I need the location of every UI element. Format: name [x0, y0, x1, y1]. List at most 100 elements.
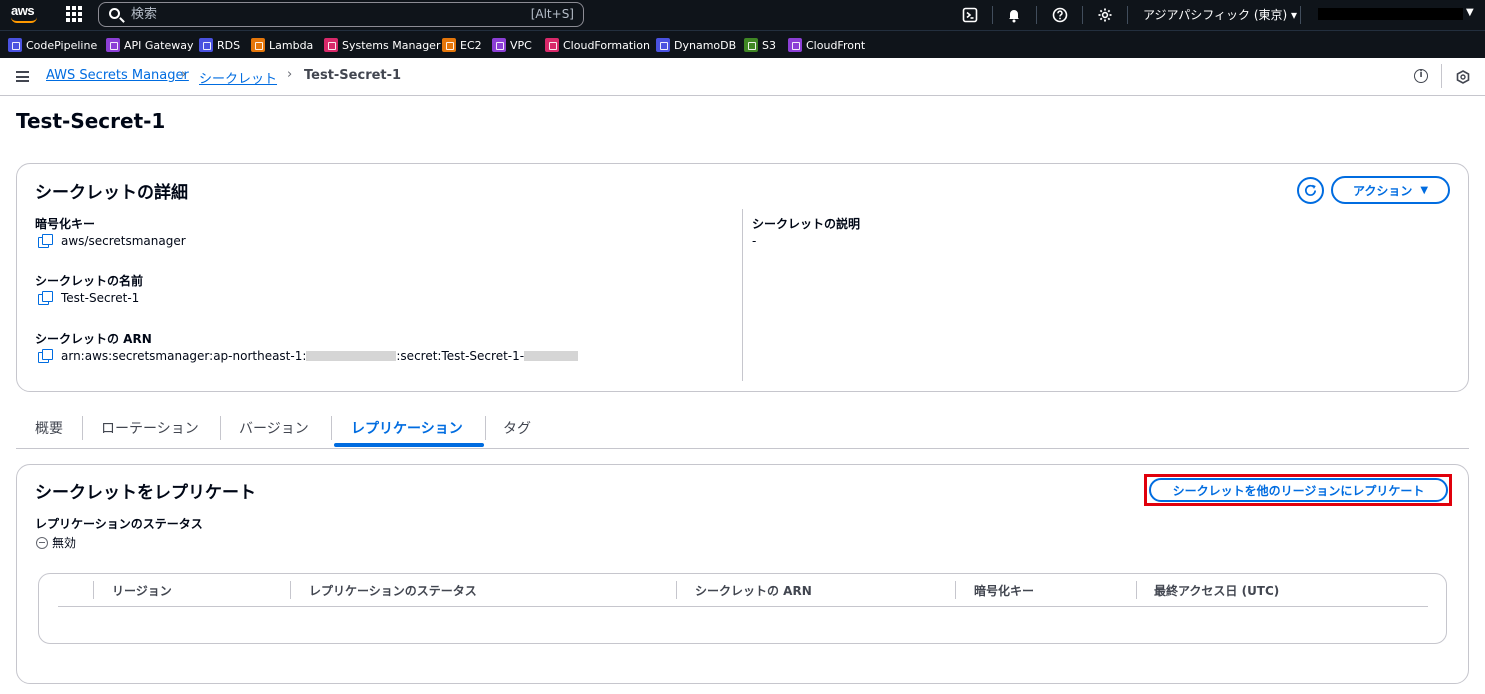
services-grid-icon[interactable] — [66, 6, 82, 22]
replication-status-value: 無効 — [36, 534, 76, 551]
replicate-to-other-regions-button[interactable]: シークレットを他のリージョンにレプリケート — [1149, 478, 1448, 502]
favorite-cloudfront[interactable]: CloudFront — [788, 37, 865, 53]
settings-gear-icon[interactable] — [1095, 5, 1115, 25]
table-header-divider — [58, 606, 1428, 607]
hamburger-menu-icon[interactable] — [16, 71, 29, 82]
column-separator — [93, 581, 94, 599]
chevron-right-icon: › — [287, 67, 293, 82]
secret-name-label: シークレットの名前 — [35, 274, 144, 288]
favorite-dynamodb[interactable]: DynamoDB — [656, 37, 736, 53]
tab-replication[interactable]: レプリケーション — [351, 418, 463, 438]
dynamodb-icon — [656, 38, 670, 52]
help-icon[interactable] — [1050, 5, 1070, 25]
aws-logo[interactable]: aws — [8, 2, 44, 26]
breadcrumb-current: Test-Secret-1 — [304, 68, 402, 83]
systems-manager-icon — [324, 38, 338, 52]
column-header-last-accessed[interactable]: 最終アクセス日 (UTC) — [1154, 582, 1279, 599]
secret-name-value: Test-Secret-1 — [38, 291, 139, 305]
column-separator — [1136, 581, 1137, 599]
vpc-icon — [492, 38, 506, 52]
top-navigation-bar: aws [Alt+S] アジアパシフィック (東京) ▾ ▼ — [0, 0, 1485, 30]
chevron-right-icon: › — [181, 67, 187, 82]
topbar-separator — [992, 6, 993, 24]
tab-versions[interactable]: バージョン — [239, 418, 309, 438]
secret-arn-label: シークレットの ARN — [35, 332, 152, 346]
notifications-bell-icon[interactable] — [1004, 5, 1024, 25]
replica-table: リージョン レプリケーションのステータス シークレットの ARN 暗号化キー 最… — [38, 573, 1447, 644]
tab-separator — [331, 416, 332, 440]
aws-smile-icon — [11, 17, 37, 23]
topbar-separator — [1082, 6, 1083, 24]
encryption-key-label: 暗号化キー — [35, 217, 96, 231]
column-separator — [676, 581, 677, 599]
secret-arn-value: arn:aws:secretsmanager:ap-northeast-1::s… — [38, 349, 579, 363]
details-column-divider — [742, 209, 743, 381]
replication-title: シークレットをレプリケート — [35, 483, 256, 503]
region-selector[interactable]: アジアパシフィック (東京) ▾ — [1143, 6, 1297, 23]
cloudformation-icon — [545, 38, 559, 52]
account-caret-icon[interactable]: ▼ — [1466, 7, 1474, 18]
page-title: Test-Secret-1 — [16, 109, 166, 133]
favorite-ec2[interactable]: EC2 — [442, 37, 482, 53]
copy-icon[interactable] — [38, 234, 53, 248]
favorite-s3[interactable]: S3 — [744, 37, 776, 53]
search-icon — [109, 8, 120, 19]
favorite-vpc[interactable]: VPC — [492, 37, 532, 53]
aws-logo-text: aws — [11, 3, 35, 18]
tab-separator — [220, 416, 221, 440]
redacted-suffix — [524, 351, 579, 361]
cloudshell-icon[interactable] — [960, 5, 980, 25]
codepipeline-icon — [8, 38, 22, 52]
disabled-status-icon — [36, 536, 48, 549]
topbar-separator — [1127, 6, 1128, 24]
column-separator — [290, 581, 291, 599]
s3-icon — [744, 38, 758, 52]
column-separator — [955, 581, 956, 599]
topbar-separator — [1036, 6, 1037, 24]
tab-tags[interactable]: タグ — [503, 418, 531, 438]
replication-status-label: レプリケーションのステータス — [35, 517, 203, 531]
feedback-icon[interactable] — [1456, 69, 1470, 84]
favorite-cloudformation[interactable]: CloudFormation — [545, 37, 650, 53]
secret-tabs: 概要 ローテーション バージョン レプリケーション タグ — [16, 409, 1469, 449]
ec2-icon — [442, 38, 456, 52]
copy-icon[interactable] — [38, 349, 53, 363]
column-header-encryption-key[interactable]: 暗号化キー — [974, 582, 1034, 599]
description-value: - — [752, 234, 757, 248]
tab-rotation[interactable]: ローテーション — [101, 418, 199, 438]
caret-down-icon: ▼ — [1420, 184, 1429, 196]
info-icon[interactable]: i — [1414, 69, 1428, 83]
breadcrumb-secrets-manager[interactable]: AWS Secrets Manager — [46, 68, 189, 83]
refresh-button[interactable] — [1297, 177, 1324, 204]
api-gateway-icon — [106, 38, 120, 52]
favorite-rds[interactable]: RDS — [199, 37, 240, 53]
favorite-codepipeline[interactable]: CodePipeline — [8, 37, 97, 53]
secret-details-title: シークレットの詳細 — [35, 183, 188, 203]
actions-label: アクション — [1352, 183, 1413, 198]
favorite-systems-manager[interactable]: Systems Manager — [324, 37, 440, 53]
topbar-separator — [1300, 6, 1301, 24]
favorite-api-gateway[interactable]: API Gateway — [106, 37, 194, 53]
breadcrumb-secrets[interactable]: シークレット — [199, 68, 277, 87]
favorite-lambda[interactable]: Lambda — [251, 37, 313, 53]
account-menu-redacted[interactable] — [1318, 8, 1463, 20]
redacted-account-id — [306, 351, 397, 361]
active-tab-indicator — [334, 443, 484, 447]
rds-icon — [199, 38, 213, 52]
lambda-icon — [251, 38, 265, 52]
search-box[interactable]: [Alt+S] — [98, 2, 584, 27]
column-header-replication-status[interactable]: レプリケーションのステータス — [309, 582, 477, 599]
breadcrumb-separator — [1441, 64, 1442, 88]
encryption-key-value: aws/secretsmanager — [38, 234, 186, 248]
column-header-secret-arn[interactable]: シークレットの ARN — [695, 582, 812, 599]
copy-icon[interactable] — [38, 291, 53, 305]
cloudfront-icon — [788, 38, 802, 52]
breadcrumb-bar: AWS Secrets Manager › シークレット › Test-Secr… — [0, 58, 1485, 96]
tab-overview[interactable]: 概要 — [35, 418, 63, 438]
column-header-region[interactable]: リージョン — [112, 582, 172, 599]
search-input[interactable] — [131, 5, 511, 24]
description-label: シークレットの説明 — [752, 217, 861, 231]
tab-separator — [485, 416, 486, 440]
refresh-icon — [1305, 184, 1317, 196]
actions-dropdown-button[interactable]: アクション ▼ — [1331, 176, 1450, 204]
